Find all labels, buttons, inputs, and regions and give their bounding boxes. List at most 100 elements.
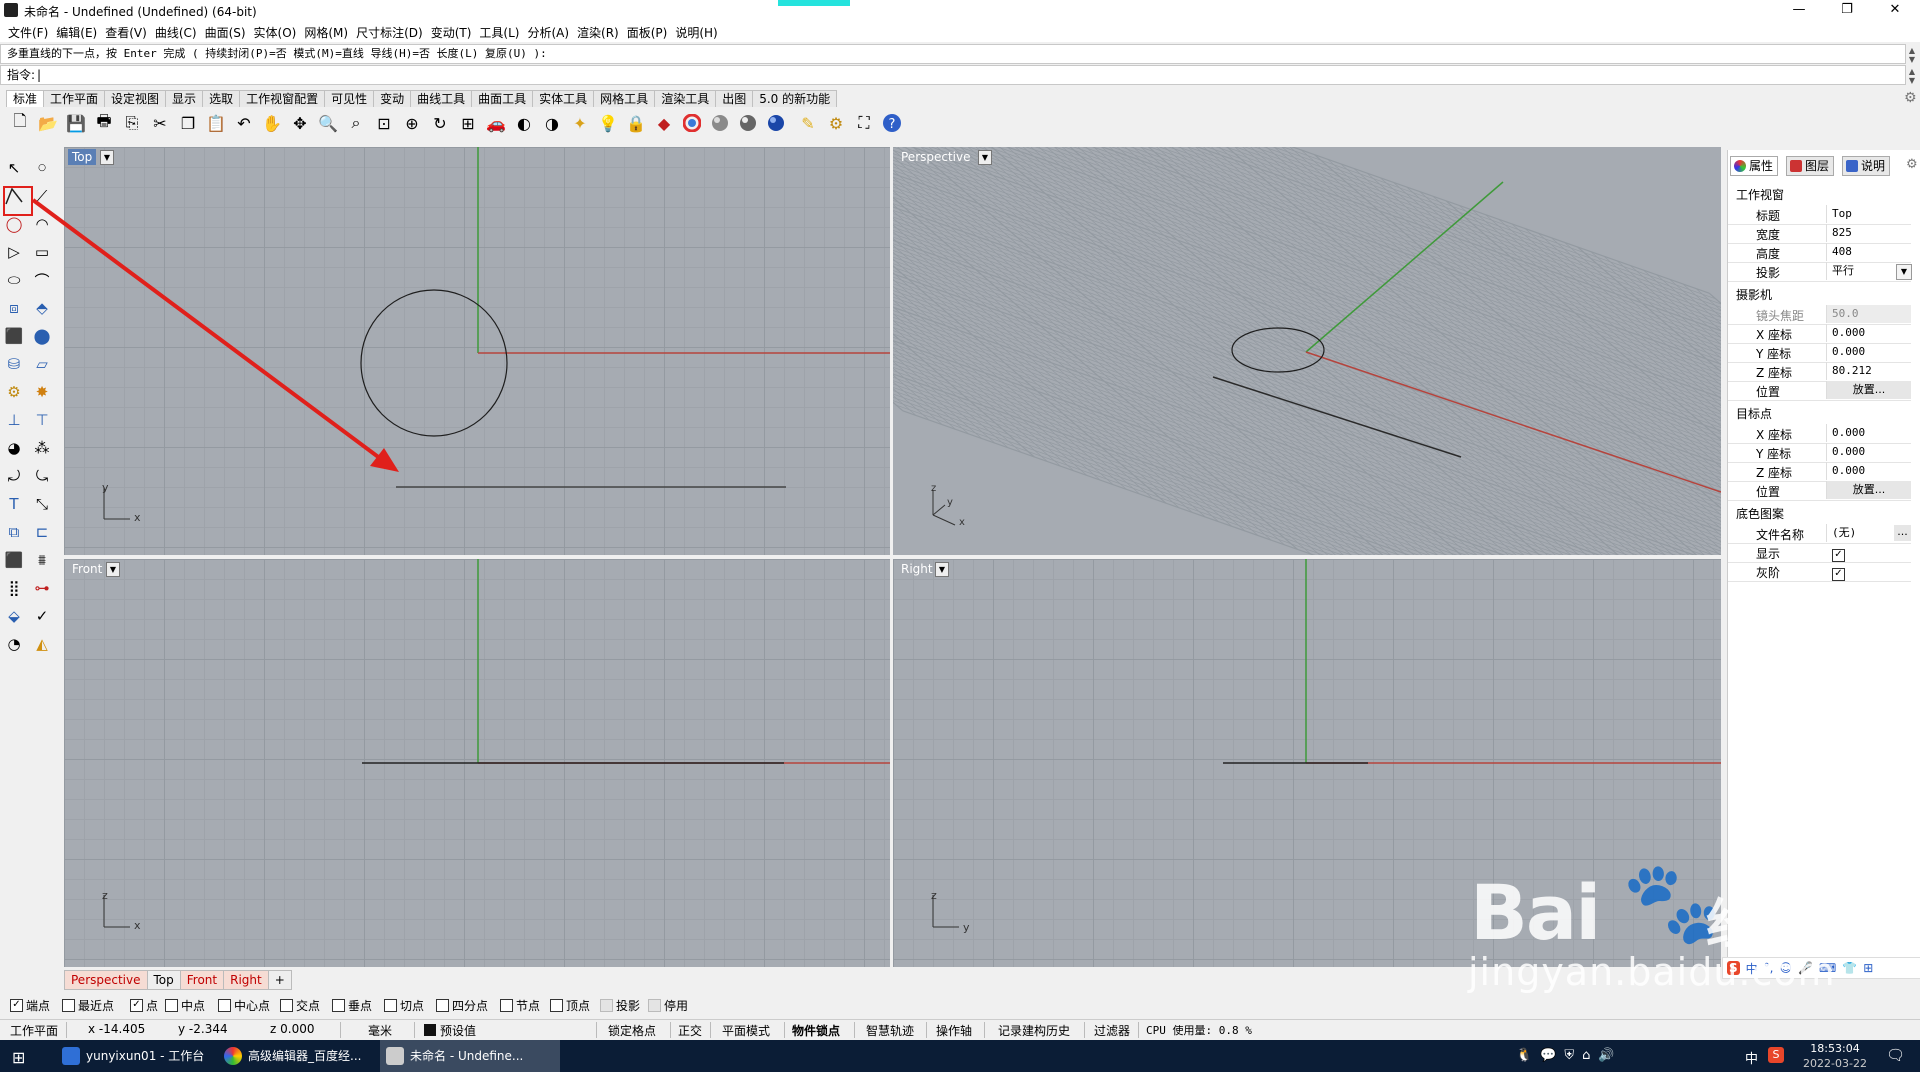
taskbar-item-workbench[interactable]: yunyixun01 - 工作台 bbox=[56, 1040, 236, 1072]
material-icon[interactable]: ◭ bbox=[30, 632, 54, 656]
maximize-button[interactable]: ❐ bbox=[1824, 0, 1870, 22]
viewport-width-field[interactable]: 825 bbox=[1826, 224, 1911, 242]
panel-tab-layers[interactable]: 图层 bbox=[1786, 156, 1835, 176]
show-wallpaper-checkbox[interactable]: ✓ bbox=[1832, 546, 1848, 562]
tab-surface-tools[interactable]: 曲面工具 bbox=[471, 90, 534, 107]
analyze-icon[interactable]: ⬙ bbox=[2, 604, 26, 628]
osnap-item[interactable]: 垂点 bbox=[332, 997, 372, 1014]
tray-sogou-icon[interactable]: S bbox=[1768, 1047, 1784, 1063]
tray-ime-label[interactable]: 中 bbox=[1745, 1048, 1758, 1067]
array-icon[interactable]: ⣿ bbox=[2, 576, 26, 600]
osnap-item[interactable]: 交点 bbox=[280, 997, 320, 1014]
block-icon[interactable]: ⊏ bbox=[30, 520, 54, 544]
group-icon[interactable]: ⧉ bbox=[2, 520, 26, 544]
osnap-checkbox[interactable] bbox=[550, 999, 563, 1012]
text-icon[interactable]: T bbox=[2, 492, 26, 516]
target-place-button[interactable]: 放置... bbox=[1826, 481, 1911, 499]
status-osnap[interactable]: 物件锁点 bbox=[792, 1022, 840, 1039]
status-history[interactable]: 记录建构历史 bbox=[998, 1022, 1070, 1039]
chevron-down-icon[interactable]: ▼ bbox=[106, 562, 120, 577]
gumball-icon[interactable]: ⊶ bbox=[30, 576, 54, 600]
status-layer[interactable]: 预设值 bbox=[440, 1022, 476, 1039]
color-wheel-icon[interactable] bbox=[680, 110, 704, 136]
clock-date[interactable]: 2022-03-22 bbox=[1800, 1057, 1870, 1070]
osnap-checkbox[interactable]: ✓ bbox=[10, 999, 23, 1012]
osnap-checkbox[interactable] bbox=[648, 999, 661, 1012]
osnap-checkbox[interactable] bbox=[218, 999, 231, 1012]
osnap-checkbox[interactable]: ✓ bbox=[130, 999, 143, 1012]
shield-icon[interactable]: ⛨ bbox=[1564, 1048, 1574, 1063]
ime-skin-icon[interactable]: 👕 bbox=[1842, 961, 1857, 975]
sphere-render-icon[interactable] bbox=[736, 110, 760, 136]
osnap-checkbox[interactable] bbox=[280, 999, 293, 1012]
viewport-title-perspective[interactable]: Perspective bbox=[897, 149, 975, 165]
command-scroll-icon[interactable]: ▲ ▼ bbox=[1906, 46, 1918, 64]
render-object-icon[interactable]: ◔ bbox=[2, 632, 26, 656]
show-icon[interactable]: ◑ bbox=[540, 110, 564, 136]
viewport-title-right[interactable]: Right bbox=[897, 561, 937, 577]
menu-render[interactable]: 渲染(R) bbox=[577, 22, 619, 43]
options-icon[interactable]: ⛶ bbox=[852, 110, 876, 136]
browse-file-button[interactable]: ... bbox=[1894, 525, 1911, 541]
vptab-right[interactable]: Right bbox=[223, 970, 269, 990]
osnap-item[interactable]: 中心点 bbox=[218, 997, 270, 1014]
status-ortho[interactable]: 正交 bbox=[678, 1022, 702, 1039]
hide-icon[interactable]: ◐ bbox=[512, 110, 536, 136]
vptab-front[interactable]: Front bbox=[179, 970, 225, 990]
panel-gear-icon[interactable]: ⚙ bbox=[1906, 157, 1918, 172]
menu-analyze[interactable]: 分析(A) bbox=[527, 22, 569, 43]
osnap-checkbox[interactable] bbox=[165, 999, 178, 1012]
gear-icon[interactable]: ⚙ bbox=[824, 110, 848, 136]
menu-tools[interactable]: 工具(L) bbox=[479, 22, 519, 43]
drape-icon[interactable]: ⩩ bbox=[30, 548, 54, 572]
wechat-icon[interactable]: 💬 bbox=[1540, 1048, 1556, 1063]
camera-y-field[interactable]: 0.000 bbox=[1826, 343, 1911, 361]
menu-help[interactable]: 说明(H) bbox=[675, 22, 717, 43]
osnap-item[interactable]: ✓ 点 bbox=[130, 997, 158, 1014]
rotate-view-icon[interactable]: ↻ bbox=[428, 110, 452, 136]
menu-panels[interactable]: 面板(P) bbox=[627, 22, 668, 43]
osnap-item[interactable]: 最近点 bbox=[62, 997, 114, 1014]
osnap-checkbox[interactable] bbox=[384, 999, 397, 1012]
viewport-height-field[interactable]: 408 bbox=[1826, 243, 1911, 261]
osnap-checkbox[interactable] bbox=[436, 999, 449, 1012]
help-icon[interactable]: ? bbox=[880, 110, 904, 136]
bulb-icon[interactable]: 💡 bbox=[596, 110, 620, 136]
osnap-item[interactable]: 顶点 bbox=[550, 997, 590, 1014]
solid-icon[interactable]: ⬛ bbox=[2, 548, 26, 572]
camera-x-field[interactable]: 0.000 bbox=[1826, 324, 1911, 342]
osnap-item[interactable]: 中点 bbox=[165, 997, 205, 1014]
osnap-checkbox[interactable] bbox=[600, 999, 613, 1012]
viewport-title-front[interactable]: Front bbox=[68, 561, 106, 577]
taskbar-item-editor[interactable]: 高级编辑器_百度经... bbox=[218, 1040, 398, 1072]
tab-render-tools[interactable]: 渲染工具 bbox=[654, 90, 717, 107]
four-viewports-icon[interactable]: ⊞ bbox=[456, 110, 480, 136]
check-icon[interactable]: ✓ bbox=[30, 604, 54, 628]
clock-time[interactable]: 18:53:04 bbox=[1800, 1042, 1870, 1055]
chevron-down-icon[interactable]: ▼ bbox=[1896, 264, 1912, 280]
menu-transform[interactable]: 变动(T) bbox=[431, 22, 472, 43]
status-gumball[interactable]: 操作轴 bbox=[936, 1022, 972, 1039]
osnap-checkbox[interactable] bbox=[332, 999, 345, 1012]
taskbar-item-rhino[interactable]: 未命名 - Undefine... bbox=[380, 1040, 560, 1072]
chevron-down-icon[interactable]: ▼ bbox=[978, 150, 992, 165]
windows-start-icon[interactable]: ⊞ bbox=[12, 1048, 25, 1067]
osnap-item[interactable]: 停用 bbox=[648, 997, 688, 1014]
volume-icon[interactable]: 🔊 bbox=[1598, 1048, 1614, 1063]
minimize-button[interactable]: — bbox=[1776, 0, 1822, 22]
dimension-icon[interactable]: ⤡ bbox=[30, 492, 54, 516]
osnap-checkbox[interactable] bbox=[500, 999, 513, 1012]
viewport-perspective[interactable]: z y x Perspective ▼ bbox=[893, 147, 1721, 555]
network-icon[interactable]: ⌂ bbox=[1582, 1048, 1590, 1063]
vptab-top[interactable]: Top bbox=[146, 970, 181, 990]
target-y-field[interactable]: 0.000 bbox=[1826, 443, 1911, 461]
osnap-item[interactable]: 四分点 bbox=[436, 997, 488, 1014]
close-button[interactable]: ✕ bbox=[1872, 0, 1918, 22]
ime-tools-icon[interactable]: ⊞ bbox=[1863, 961, 1873, 975]
lock-icon[interactable]: 🔒 bbox=[624, 110, 648, 136]
panel-tab-properties[interactable]: 属性 bbox=[1730, 156, 1779, 176]
tab-solid-tools[interactable]: 实体工具 bbox=[532, 90, 595, 107]
target-z-field[interactable]: 0.000 bbox=[1826, 462, 1911, 480]
status-cplane[interactable]: 工作平面 bbox=[10, 1022, 58, 1039]
qq-icon[interactable]: 🐧 bbox=[1516, 1048, 1532, 1063]
